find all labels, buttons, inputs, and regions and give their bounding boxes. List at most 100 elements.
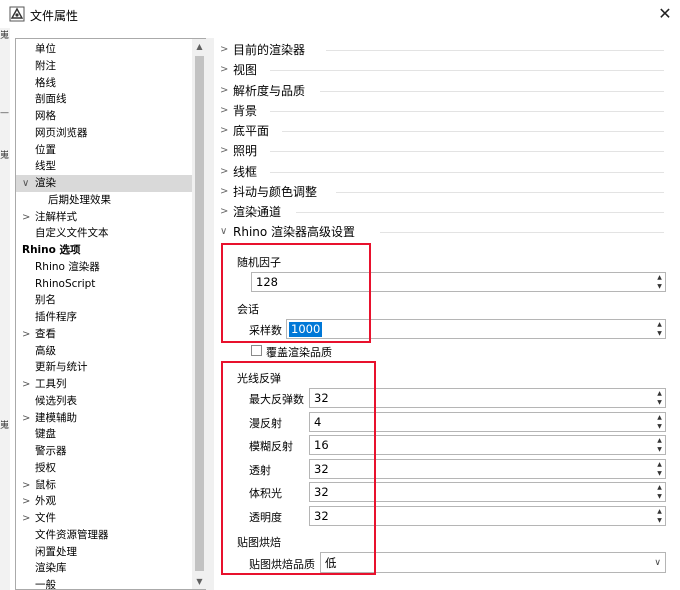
tree-item[interactable]: 一般 bbox=[16, 577, 192, 589]
tree-item[interactable]: 自定义文件文本 bbox=[16, 225, 192, 242]
tree-item[interactable]: 单位 bbox=[16, 41, 192, 58]
chevron-right-icon[interactable]: > bbox=[22, 510, 32, 527]
chevron-right-icon[interactable]: > bbox=[22, 493, 32, 510]
tree-item-label: 线型 bbox=[35, 160, 56, 173]
spin-down-icon[interactable]: ▼ bbox=[654, 329, 665, 338]
tree-item[interactable]: 高级 bbox=[16, 343, 192, 360]
section-label: Rhino 渲染器高级设置 bbox=[233, 225, 356, 240]
spin-up-icon[interactable]: ▲ bbox=[654, 389, 665, 398]
tree-item[interactable]: 更新与统计 bbox=[16, 359, 192, 376]
close-button[interactable]: ✕ bbox=[650, 0, 680, 28]
tree-item[interactable]: 授权 bbox=[16, 460, 192, 477]
section-header[interactable]: > 抖动与颜色调整 bbox=[214, 182, 674, 202]
bounce-spinner[interactable]: ▲ ▼ bbox=[654, 507, 665, 525]
bounce-spinner[interactable]: ▲ ▼ bbox=[654, 460, 665, 478]
tree-item[interactable]: > 外观 bbox=[16, 493, 192, 510]
chevron-right-icon[interactable]: > bbox=[22, 326, 32, 343]
tree-item-label: 高级 bbox=[35, 344, 56, 357]
section-header[interactable]: > 背景 bbox=[214, 101, 674, 121]
tree-item-label: 更新与统计 bbox=[35, 361, 88, 374]
scroll-thumb[interactable] bbox=[195, 56, 204, 571]
spin-down-icon[interactable]: ▼ bbox=[654, 492, 665, 501]
panel-splitter[interactable] bbox=[206, 38, 214, 590]
chevron-right-icon[interactable]: > bbox=[22, 410, 32, 427]
tree-item[interactable]: > 查看 bbox=[16, 326, 192, 343]
section-header[interactable]: > 渲染通道 bbox=[214, 202, 674, 222]
tree-item-label: RhinoScript bbox=[35, 277, 96, 290]
tree-item[interactable]: 位置 bbox=[16, 142, 192, 159]
tree-scrollbar[interactable]: ▲ ▼ bbox=[192, 39, 206, 589]
tree-item[interactable]: > 建模辅助 bbox=[16, 410, 192, 427]
tree-item[interactable]: 别名 bbox=[16, 292, 192, 309]
tree-item[interactable]: 闲置处理 bbox=[16, 544, 192, 561]
chevron-right-icon[interactable]: > bbox=[22, 376, 32, 393]
tree-item[interactable]: 线型 bbox=[16, 158, 192, 175]
scroll-up-arrow-icon[interactable]: ▲ bbox=[192, 39, 206, 54]
spin-up-icon[interactable]: ▲ bbox=[654, 320, 665, 329]
tree-item-label: 闲置处理 bbox=[35, 545, 77, 558]
chevron-down-icon[interactable]: ∨ bbox=[654, 555, 661, 571]
section-header[interactable]: > 视图 bbox=[214, 60, 674, 80]
chevron-down-icon[interactable]: ∨ bbox=[22, 175, 32, 192]
tree-item[interactable]: 网格 bbox=[16, 108, 192, 125]
spin-down-icon[interactable]: ▼ bbox=[654, 398, 665, 407]
tree-item[interactable]: 键盘 bbox=[16, 426, 192, 443]
spin-down-icon[interactable]: ▼ bbox=[654, 422, 665, 431]
spin-up-icon[interactable]: ▲ bbox=[654, 460, 665, 469]
tree-item[interactable]: > 鼠标 bbox=[16, 477, 192, 494]
tree-item[interactable]: 网页浏览器 bbox=[16, 125, 192, 142]
spin-up-icon[interactable]: ▲ bbox=[654, 507, 665, 516]
tree-item[interactable]: > 工具列 bbox=[16, 376, 192, 393]
spin-down-icon[interactable]: ▼ bbox=[654, 445, 665, 454]
spin-down-icon[interactable]: ▼ bbox=[654, 469, 665, 478]
tree-item[interactable]: 文件资源管理器 bbox=[16, 527, 192, 544]
tree-item[interactable]: Rhino 选项 bbox=[16, 242, 192, 259]
chevron-right-icon: > bbox=[220, 84, 229, 96]
tree-item-label: 格线 bbox=[35, 76, 56, 89]
close-icon: ✕ bbox=[658, 4, 672, 23]
tree-item[interactable]: 附注 bbox=[16, 58, 192, 75]
bounce-spinner[interactable]: ▲ ▼ bbox=[654, 389, 665, 407]
tree-item[interactable]: 剖面线 bbox=[16, 91, 192, 108]
section-header[interactable]: > 目前的渲染器 bbox=[214, 40, 674, 60]
section-header[interactable]: > 解析度与品质 bbox=[214, 81, 674, 101]
tree-item[interactable]: > 文件 bbox=[16, 510, 192, 527]
chevron-right-icon: > bbox=[220, 104, 229, 116]
chevron-right-icon[interactable]: > bbox=[22, 209, 32, 226]
spin-up-icon[interactable]: ▲ bbox=[654, 436, 665, 445]
chevron-right-icon[interactable]: > bbox=[22, 477, 32, 494]
section-label: 照明 bbox=[233, 144, 258, 159]
spin-up-icon[interactable]: ▲ bbox=[654, 413, 665, 422]
tree-item[interactable]: 候选列表 bbox=[16, 393, 192, 410]
section-header[interactable]: > 照明 bbox=[214, 141, 674, 161]
section-header[interactable]: > 线框 bbox=[214, 162, 674, 182]
random-seed-spinner[interactable]: ▲ ▼ bbox=[654, 273, 665, 291]
section-header[interactable]: > 底平面 bbox=[214, 121, 674, 141]
tree-item[interactable]: 格线 bbox=[16, 75, 192, 92]
spin-up-icon[interactable]: ▲ bbox=[654, 273, 665, 282]
spin-down-icon[interactable]: ▼ bbox=[654, 282, 665, 291]
tree-item[interactable]: RhinoScript bbox=[16, 276, 192, 293]
samples-spinner[interactable]: ▲ ▼ bbox=[654, 320, 665, 338]
section-divider bbox=[270, 151, 664, 153]
section-divider bbox=[296, 212, 664, 213]
scroll-down-arrow-icon[interactable]: ▼ bbox=[192, 574, 206, 589]
section-header[interactable]: ∨ Rhino 渲染器高级设置 bbox=[214, 222, 674, 242]
tree-item[interactable]: Rhino 渲染器 bbox=[16, 259, 192, 276]
section-label: 抖动与颜色调整 bbox=[233, 184, 318, 199]
tree-item[interactable]: 后期处理效果 bbox=[16, 192, 192, 209]
bounce-spinner[interactable]: ▲ ▼ bbox=[654, 413, 665, 431]
tree-item[interactable]: 插件程序 bbox=[16, 309, 192, 326]
tree-item-label: 网格 bbox=[35, 110, 56, 122]
override-quality-checkbox[interactable] bbox=[251, 345, 262, 356]
spin-up-icon[interactable]: ▲ bbox=[654, 483, 665, 492]
bounce-spinner[interactable]: ▲ ▼ bbox=[654, 436, 665, 454]
tree-item[interactable]: > 注解样式 bbox=[16, 209, 192, 226]
section-divider bbox=[282, 131, 664, 132]
tree-item[interactable]: 渲染库 bbox=[16, 560, 192, 577]
spin-down-icon[interactable]: ▼ bbox=[654, 516, 665, 525]
bounce-spinner[interactable]: ▲ ▼ bbox=[654, 483, 665, 501]
tree-item[interactable]: ∨ 渲染 bbox=[16, 175, 192, 192]
section-divider bbox=[270, 70, 664, 72]
tree-item[interactable]: 警示器 bbox=[16, 443, 192, 460]
